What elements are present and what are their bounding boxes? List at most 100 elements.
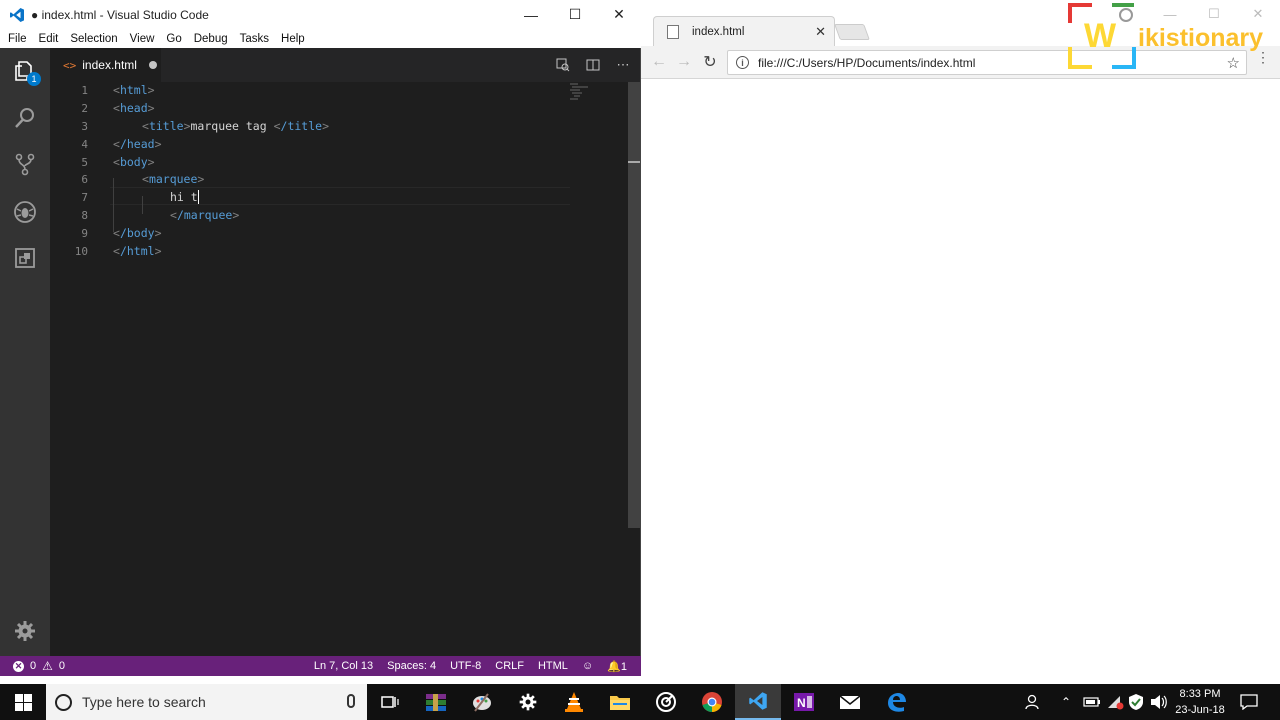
- menu-debug[interactable]: Debug: [188, 33, 234, 45]
- logo-text: ikistionary: [1138, 24, 1263, 52]
- winrar-icon: [426, 694, 446, 711]
- tag-html-close: /html: [119, 244, 155, 258]
- taskbar-search[interactable]: Type here to search: [46, 684, 367, 720]
- menu-go[interactable]: Go: [160, 33, 187, 45]
- tab-close-icon[interactable]: ✕: [815, 24, 826, 40]
- debug-icon[interactable]: [13, 200, 37, 224]
- clock-date: 23-Jun-18: [1175, 704, 1225, 716]
- error-icon[interactable]: ✕: [13, 660, 24, 672]
- explorer-badge: 1: [27, 72, 41, 86]
- code-editor[interactable]: 1 <html> 2 <head> 3 <title>marquee tag <…: [50, 82, 628, 656]
- vertical-scrollbar[interactable]: [628, 82, 640, 656]
- clock-time: 8:33 PM: [1179, 688, 1221, 700]
- system-clock[interactable]: 8:33 PM 23-Jun-18: [1168, 686, 1232, 718]
- status-bar: ✕ 0 ⚠ 0 Ln 7, Col 13 Spaces: 4 UTF-8 CRL…: [0, 656, 641, 676]
- tag-title-open: title: [148, 119, 184, 133]
- code-line: 4 </head>: [50, 135, 628, 153]
- settings-button[interactable]: [505, 684, 551, 720]
- minimize-button[interactable]: —: [509, 0, 553, 29]
- forward-arrow-icon[interactable]: →: [675, 53, 693, 71]
- maximize-button[interactable]: ☐: [553, 0, 597, 29]
- menubar: File Edit Selection View Go Debug Tasks …: [0, 29, 641, 48]
- tab-index-html[interactable]: <> index.html: [50, 48, 161, 82]
- back-arrow-icon[interactable]: ←: [650, 53, 668, 71]
- tag-title-close: /title: [280, 119, 323, 133]
- menu-tasks[interactable]: Tasks: [234, 33, 275, 45]
- show-hidden-icons-chevron-icon[interactable]: ⌃: [1061, 684, 1071, 720]
- search-icon[interactable]: [13, 106, 37, 130]
- defender-shield-icon[interactable]: [1128, 684, 1144, 720]
- document-icon: [667, 24, 679, 39]
- network-warning-icon[interactable]: [1106, 684, 1124, 720]
- task-view-button[interactable]: [367, 684, 413, 720]
- open-preview-icon[interactable]: [554, 56, 572, 74]
- menu-selection[interactable]: Selection: [64, 33, 123, 45]
- extensions-icon[interactable]: [13, 246, 37, 270]
- desktop-gap: [0, 676, 1280, 684]
- close-button[interactable]: ✕: [597, 0, 641, 29]
- chrome-button[interactable]: [689, 684, 735, 720]
- cursor-position[interactable]: Ln 7, Col 13: [314, 660, 373, 672]
- scrollbar-thumb[interactable]: [628, 82, 640, 528]
- settings-icon: [519, 693, 537, 711]
- new-tab-button[interactable]: [834, 24, 870, 40]
- notifications[interactable]: 🔔1: [607, 660, 627, 673]
- code-line: 5 <body>: [50, 153, 628, 171]
- url-text: file:///C:/Users/HP/Documents/index.html: [758, 55, 976, 70]
- browser-tab[interactable]: index.html ✕: [653, 16, 835, 46]
- onenote-button[interactable]: N: [781, 684, 827, 720]
- gear-icon[interactable]: [13, 619, 37, 643]
- reload-icon[interactable]: ↻: [701, 53, 719, 71]
- line-number: 5: [81, 155, 88, 169]
- unsaved-dot-icon[interactable]: [148, 61, 157, 69]
- encoding[interactable]: UTF-8: [450, 660, 481, 672]
- more-actions-icon[interactable]: ⋯: [614, 56, 632, 74]
- window-title: ● index.html - Visual Studio Code: [31, 7, 209, 22]
- chrome-window: index.html ✕ — ☐ ✕ ← → ↻ i file:///C:/Us…: [641, 0, 1280, 676]
- code-line: 9 </body>: [50, 224, 628, 242]
- edge-button[interactable]: [873, 684, 919, 720]
- code-line: 7 hi t: [50, 188, 628, 206]
- language-mode[interactable]: HTML: [538, 660, 568, 672]
- paint-button[interactable]: [459, 684, 505, 720]
- line-ending[interactable]: CRLF: [495, 660, 524, 672]
- vscode-icon: [749, 692, 767, 710]
- menu-file[interactable]: File: [2, 33, 33, 45]
- indentation[interactable]: Spaces: 4: [387, 660, 436, 672]
- line-number: 6: [81, 172, 88, 186]
- volume-icon[interactable]: [1150, 684, 1168, 720]
- menu-edit[interactable]: Edit: [33, 33, 65, 45]
- code-line: 6 <marquee>: [50, 170, 628, 188]
- windows-start-button[interactable]: [0, 684, 46, 720]
- vscode-taskbar-button[interactable]: [735, 684, 781, 720]
- html-file-icon: <>: [63, 58, 77, 72]
- logo-w-letter: W: [1084, 17, 1117, 55]
- code-line: 2 <head>: [50, 99, 628, 117]
- split-editor-icon[interactable]: [584, 56, 602, 74]
- task-view-icon: [381, 696, 399, 708]
- people-icon[interactable]: [1024, 684, 1042, 720]
- winrar-button[interactable]: [413, 684, 459, 720]
- line-number: 4: [81, 137, 88, 151]
- error-count[interactable]: 0: [30, 660, 36, 672]
- vscode-window: ● index.html - Visual Studio Code — ☐ ✕ …: [0, 0, 641, 676]
- windows-start-icon: [14, 693, 32, 711]
- info-icon[interactable]: i: [736, 56, 749, 69]
- battery-icon[interactable]: [1083, 684, 1101, 720]
- warning-icon[interactable]: ⚠: [42, 659, 53, 673]
- mail-button[interactable]: [827, 684, 873, 720]
- microphone-icon[interactable]: [347, 694, 355, 708]
- groove-music-button[interactable]: [643, 684, 689, 720]
- menu-view[interactable]: View: [124, 33, 161, 45]
- action-center-icon[interactable]: [1240, 684, 1258, 720]
- menu-help[interactable]: Help: [275, 33, 311, 45]
- marquee-text: hi t: [170, 189, 198, 204]
- chrome-icon: [702, 692, 722, 712]
- warning-count[interactable]: 0: [59, 660, 65, 672]
- minimap[interactable]: [568, 82, 628, 102]
- vlc-button[interactable]: [551, 684, 597, 720]
- source-control-icon[interactable]: [13, 152, 37, 176]
- text-cursor: [197, 190, 199, 205]
- feedback-smiley-icon[interactable]: ☺: [582, 660, 593, 672]
- file-explorer-button[interactable]: [597, 684, 643, 720]
